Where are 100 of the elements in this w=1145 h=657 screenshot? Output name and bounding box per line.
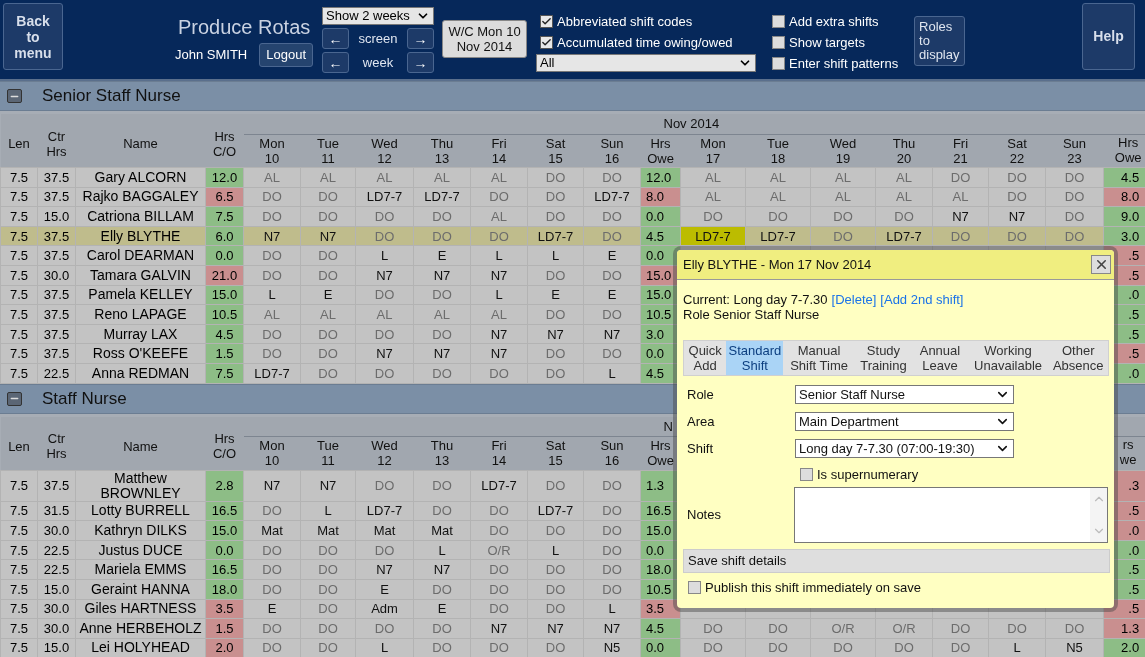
shift-cell[interactable]: LD7-7 [527, 501, 584, 521]
back-button[interactable]: Back to menu [3, 3, 63, 70]
shift-cell[interactable]: DO [527, 187, 584, 207]
shift-cell[interactable]: L [243, 285, 301, 305]
shift-cell[interactable]: AL [810, 167, 876, 188]
shift-cell[interactable]: DO [470, 599, 528, 619]
shift-cell[interactable]: DO [583, 579, 641, 599]
shift-cell[interactable]: DO [300, 265, 356, 286]
shift-cell[interactable]: LD7-7 [243, 363, 301, 384]
shift-cell[interactable]: N7 [243, 226, 301, 246]
shift-cell[interactable]: L [413, 540, 471, 560]
shift-cell[interactable]: AL [243, 167, 301, 188]
shift-cell[interactable]: DO [527, 599, 584, 619]
shift-cell[interactable]: DO [300, 618, 356, 639]
shift-cell[interactable]: AL [470, 167, 528, 188]
shift-cell[interactable]: AL [470, 206, 528, 227]
shift-cell[interactable]: L [470, 285, 528, 305]
shift-cell[interactable]: E [355, 579, 414, 599]
shift-cell[interactable]: DO [413, 285, 471, 305]
shift-cell[interactable]: AL [413, 304, 471, 325]
shift-cell[interactable]: LD7-7 [527, 226, 584, 246]
shift-cell[interactable]: DO [300, 343, 356, 364]
shift-cell[interactable]: DO [527, 343, 584, 364]
week-commencing-button[interactable]: W/C Mon 10 Nov 2014 [442, 20, 527, 58]
shift-cell[interactable]: N7 [583, 618, 641, 639]
shift-cell[interactable]: DO [243, 187, 301, 207]
shift-cell[interactable]: L [527, 245, 584, 266]
collapse-icon[interactable] [7, 391, 22, 406]
shift-cell[interactable]: AL [680, 187, 746, 207]
collapse-icon[interactable] [7, 89, 22, 103]
shift-cell[interactable]: N7 [583, 324, 641, 344]
shift-cell[interactable]: AL [875, 167, 933, 188]
shift-cell[interactable]: L [470, 245, 528, 266]
shift-cell[interactable]: N7 [413, 343, 471, 364]
shift-cell[interactable]: AL [745, 167, 811, 188]
shift-cell[interactable]: DO [413, 579, 471, 599]
shift-cell[interactable]: AL [810, 187, 876, 207]
shift-cell[interactable]: DO [243, 618, 301, 639]
shift-cell[interactable]: DO [243, 324, 301, 344]
shift-cell[interactable]: O/R [470, 540, 528, 560]
shift-cell[interactable]: N7 [413, 559, 471, 580]
shift-cell[interactable]: DO [875, 206, 933, 227]
shift-cell[interactable]: DO [988, 618, 1046, 639]
save-button[interactable]: Save shift details [683, 549, 1110, 573]
shift-cell[interactable]: DO [300, 559, 356, 580]
previous-button[interactable]: ← [322, 52, 349, 73]
shift-cell[interactable]: N7 [470, 343, 528, 364]
shift-cell[interactable]: DO [680, 206, 746, 227]
shift-link[interactable]: [Add 2nd shift] [880, 292, 964, 307]
shift-cell[interactable]: N7 [300, 470, 356, 502]
shift-cell[interactable]: DO [583, 559, 641, 580]
shift-cell[interactable]: AL [470, 304, 528, 325]
shift-cell[interactable]: AL [932, 187, 989, 207]
shift-cell[interactable]: Adm [355, 599, 414, 619]
shift-cell[interactable]: DO [810, 206, 876, 227]
shift-cell[interactable]: DO [300, 579, 356, 599]
shift-cell[interactable]: DO [527, 206, 584, 227]
shift-cell[interactable]: DO [527, 304, 584, 325]
shift-cell[interactable]: LD7-7 [355, 501, 414, 521]
shift-cell[interactable]: E [583, 245, 641, 266]
shift-select[interactable]: Long day 7-7.30 (07:00-19:30) [795, 439, 1014, 458]
shift-cell[interactable]: N7 [413, 265, 471, 286]
shift-cell[interactable]: O/R [875, 618, 933, 639]
shift-cell[interactable]: DO [932, 618, 989, 639]
shift-cell[interactable]: LD7-7 [875, 226, 933, 246]
shift-cell[interactable]: DO [583, 520, 641, 541]
shift-cell[interactable]: DO [583, 470, 641, 502]
shift-cell[interactable]: N7 [470, 324, 528, 344]
shift-cell[interactable]: DO [355, 470, 414, 502]
shift-cell[interactable]: E [243, 599, 301, 619]
shift-cell[interactable]: DO [243, 501, 301, 521]
shift-cell[interactable]: DO [355, 285, 414, 305]
shift-cell[interactable]: DO [300, 187, 356, 207]
shift-cell[interactable]: DO [988, 167, 1046, 188]
shift-cell[interactable]: E [413, 599, 471, 619]
shift-cell[interactable]: L [583, 599, 641, 619]
checkbox[interactable] [540, 15, 553, 28]
shift-cell[interactable]: E [413, 245, 471, 266]
shift-cell[interactable]: DO [583, 501, 641, 521]
roles-button[interactable]: Roles to display [914, 16, 965, 66]
shift-cell[interactable]: DO [1045, 206, 1104, 227]
dialog-tab[interactable]: Standard Shift [726, 341, 784, 375]
filter-select[interactable]: All [536, 54, 756, 72]
shift-cell[interactable]: DO [680, 618, 746, 639]
shift-cell[interactable]: DO [527, 520, 584, 541]
shift-cell[interactable]: DO [300, 245, 356, 266]
shift-cell[interactable]: Mat [413, 520, 471, 541]
shift-cell[interactable]: AL [413, 167, 471, 188]
shift-cell[interactable]: DO [988, 226, 1046, 246]
shift-cell[interactable]: DO [527, 167, 584, 188]
shift-cell[interactable]: L [355, 245, 414, 266]
shift-cell[interactable]: AL [355, 167, 414, 188]
shift-cell[interactable]: L [300, 501, 356, 521]
shift-cell[interactable]: DO [355, 324, 414, 344]
shift-cell[interactable]: N7 [355, 559, 414, 580]
shift-cell[interactable]: DO [243, 245, 301, 266]
shift-cell[interactable]: DO [300, 540, 356, 560]
shift-cell[interactable]: DO [810, 226, 876, 246]
shift-cell[interactable]: DO [745, 206, 811, 227]
shift-cell[interactable]: Mat [300, 520, 356, 541]
